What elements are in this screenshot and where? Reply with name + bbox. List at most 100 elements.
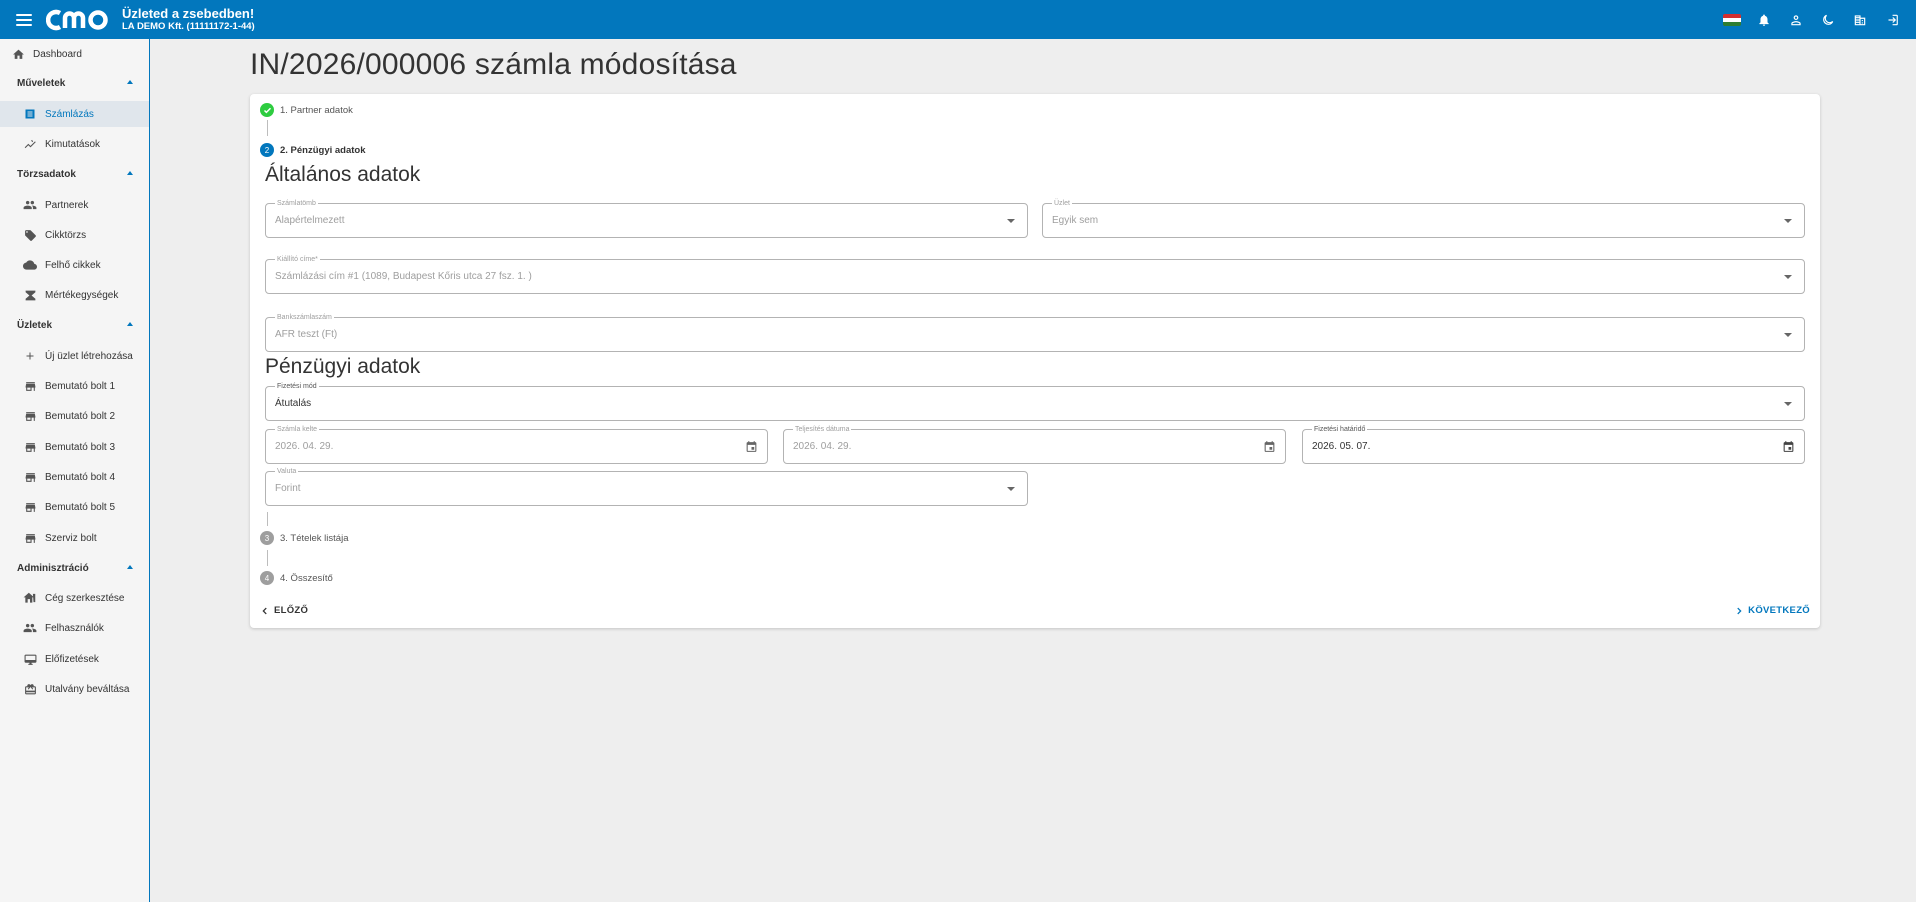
sidebar-item-label: Mértékegységek [45, 289, 119, 301]
page-title: IN/2026/000006 számla módosítása [250, 48, 737, 81]
theme-toggle-button[interactable] [1812, 0, 1844, 39]
sidebar-section-torzsadatok[interactable]: Törzsadatok [0, 163, 149, 185]
moon-icon [1823, 14, 1834, 25]
sidebar-item-uj-uzlet[interactable]: Új üzlet létrehozása [0, 343, 149, 369]
step-1-complete-icon[interactable] [260, 103, 274, 117]
sidebar-item-label: Felhasználók [45, 622, 104, 634]
sidebar-item-label: Bemutató bolt 4 [45, 471, 116, 483]
calendar-icon[interactable] [1263, 440, 1276, 453]
calendar-icon[interactable] [1782, 440, 1795, 453]
sidebar-item-label: Bemutató bolt 3 [45, 441, 116, 453]
field-value: Egyik sem [1052, 215, 1099, 226]
next-button-label: KÖVETKEZŐ [1748, 605, 1810, 616]
sidebar-item-label: Bemutató bolt 2 [45, 410, 116, 422]
cmo-logo[interactable] [46, 7, 116, 33]
fizetesi-mod-select[interactable]: Fizetési mód Átutalás [265, 382, 1805, 421]
step-2-label[interactable]: 2. Pénzügyi adatok [280, 145, 366, 156]
sidebar-item-szerviz-bolt[interactable]: Szerviz bolt [0, 525, 149, 551]
sidebar-item-bolt-5[interactable]: Bemutató bolt 5 [0, 494, 149, 520]
bankszamlaszam-select[interactable]: Bankszámlaszám AFR teszt (Ft) [265, 313, 1805, 352]
szamlatomb-select[interactable]: Számlatömb Alapértelmezett [265, 199, 1028, 238]
sidebar-item-bolt-1[interactable]: Bemutató bolt 1 [0, 373, 149, 399]
step-3-label[interactable]: 3. Tételek listája [280, 533, 348, 544]
sidebar-item-label: Partnerek [45, 199, 89, 211]
step-2-indicator[interactable]: 2 [260, 143, 274, 157]
sidebar-item-szamlazas[interactable]: Számlázás [0, 101, 149, 127]
field-label: Fizetési határidő [1312, 425, 1368, 434]
notifications-button[interactable] [1748, 0, 1780, 39]
sidebar-item-partnerek[interactable]: Partnerek [0, 192, 149, 218]
valuta-select[interactable]: Valuta Forint [265, 467, 1028, 506]
field-value: 2026. 04. 29. [793, 441, 852, 452]
chart-line-icon [23, 137, 37, 151]
step-connector [267, 512, 268, 526]
dropdown-arrow-icon [1784, 219, 1792, 223]
sidebar-item-label: Dashboard [33, 48, 82, 60]
menu-icon[interactable] [16, 13, 32, 26]
language-button[interactable] [1716, 0, 1748, 39]
field-value: 2026. 05. 07. [1312, 441, 1371, 452]
section-label: Üzletek [17, 319, 53, 331]
sidebar-item-utalvany[interactable]: Utalvány beváltása [0, 676, 149, 702]
field-label: Fizetési mód [275, 382, 319, 391]
calendar-icon[interactable] [745, 440, 758, 453]
sidebar-item-label: Cikktörzs [45, 229, 87, 241]
previous-button[interactable]: ELŐZŐ [260, 605, 308, 616]
company-switch-button[interactable] [1844, 0, 1876, 39]
sidebar-item-ceg-szerkesztese[interactable]: Cég szerkesztése [0, 585, 149, 611]
sidebar-item-cikktorzs[interactable]: Cikktörzs [0, 222, 149, 248]
field-value: Számlázási cím #1 (1089, Budapest Kőris … [275, 271, 532, 282]
kiallito-cime-select[interactable]: Kiállító címe* Számlázási cím #1 (1089, … [265, 255, 1805, 294]
sidebar-section-muveletek[interactable]: Műveletek [0, 72, 149, 94]
bell-icon [1759, 13, 1769, 26]
sidebar-item-label: Utalvány beváltása [45, 683, 130, 695]
section-label: Műveletek [17, 77, 66, 89]
uzlet-select[interactable]: Üzlet Egyik sem [1042, 199, 1805, 238]
field-value: 2026. 04. 29. [275, 441, 334, 452]
step-3-indicator[interactable]: 3 [260, 531, 274, 545]
sidebar-section-uzletek[interactable]: Üzletek [0, 314, 149, 336]
sidebar-item-bolt-3[interactable]: Bemutató bolt 3 [0, 434, 149, 460]
dropdown-arrow-icon [1784, 402, 1792, 406]
sidebar-item-label: Felhő cikkek [45, 259, 101, 271]
profile-button[interactable] [1780, 0, 1812, 39]
sidebar-item-bolt-2[interactable]: Bemutató bolt 2 [0, 403, 149, 429]
step-1-label[interactable]: 1. Partner adatok [280, 105, 353, 116]
step-3-number: 3 [264, 533, 270, 543]
gift-card-icon [23, 682, 37, 696]
szamla-kelte-date[interactable]: Számla kelte 2026. 04. 29. [265, 425, 768, 464]
sidebar-section-adminisztracio[interactable]: Adminisztráció [0, 557, 149, 579]
sidebar-item-label: Bemutató bolt 5 [45, 501, 116, 513]
logout-button[interactable] [1876, 0, 1908, 39]
sidebar-item-bolt-4[interactable]: Bemutató bolt 4 [0, 464, 149, 490]
sidebar-item-label: Számlázás [45, 108, 94, 120]
sidebar-item-kimutatasok[interactable]: Kimutatások [0, 131, 149, 157]
sidebar-item-mertekegysegek[interactable]: Mértékegységek [0, 282, 149, 308]
step-connector [267, 550, 268, 566]
chevron-up-icon [127, 80, 133, 84]
sidebar-item-label: Bemutató bolt 1 [45, 380, 116, 392]
fizetesi-hatarido-date[interactable]: Fizetési határidő 2026. 05. 07. [1302, 425, 1805, 464]
chevron-up-icon [127, 171, 133, 175]
step-4-label[interactable]: 4. Összesítő [280, 573, 333, 584]
step-2-number: 2 [264, 145, 270, 155]
sidebar-item-elofizetesek[interactable]: Előfizetések [0, 646, 149, 672]
brand-block: Üzleted a zsebedben! LA DEMO Kft. (11111… [122, 6, 255, 33]
field-value: Átutalás [275, 398, 312, 409]
field-label: Bankszámlaszám [275, 313, 334, 322]
field-value: Forint [275, 483, 301, 494]
sidebar-item-dashboard[interactable]: Dashboard [0, 41, 149, 67]
next-button[interactable]: KÖVETKEZŐ [1734, 605, 1810, 616]
sidebar-item-felho-cikkek[interactable]: Felhő cikkek [0, 252, 149, 278]
field-label: Üzlet [1052, 199, 1072, 208]
store-icon [23, 379, 37, 393]
teljesites-datuma-date[interactable]: Teljesítés dátuma 2026. 04. 29. [783, 425, 1286, 464]
store-icon [23, 470, 37, 484]
sidebar-item-label: Előfizetések [45, 653, 99, 665]
check-icon [263, 107, 271, 113]
sidebar-item-felhasznalok[interactable]: Felhasználók [0, 615, 149, 641]
store-icon [23, 500, 37, 514]
step-4-indicator[interactable]: 4 [260, 571, 274, 585]
dropdown-arrow-icon [1784, 275, 1792, 279]
monitor-icon [23, 652, 37, 666]
